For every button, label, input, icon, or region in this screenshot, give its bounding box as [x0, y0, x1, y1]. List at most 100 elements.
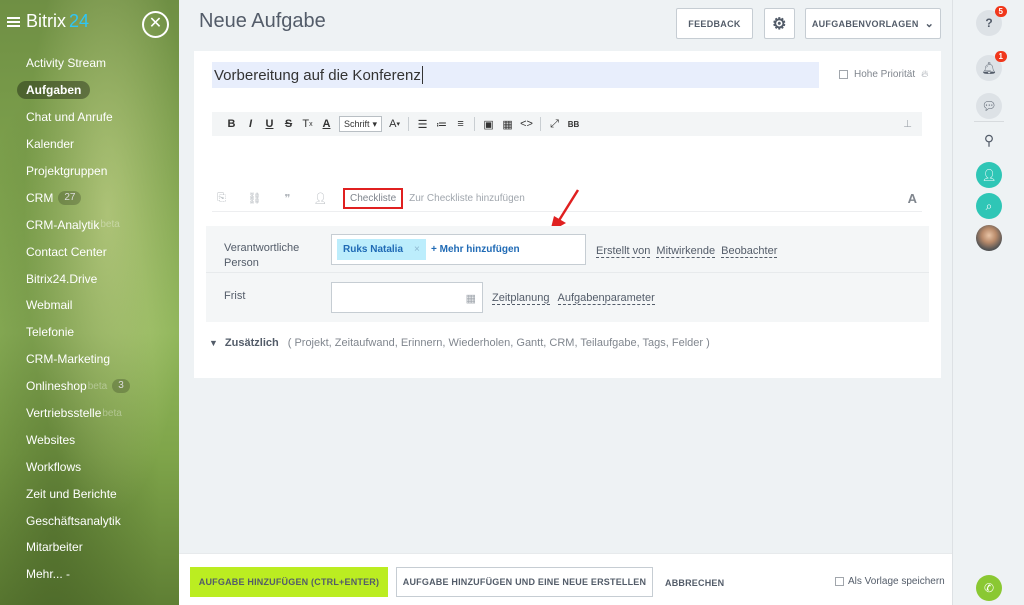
sidebar-item-websites[interactable]: Websites [0, 426, 179, 453]
hamburger-icon[interactable] [7, 16, 20, 27]
checklist-button[interactable]: Checkliste [343, 187, 404, 209]
sidebar-item-geschaeftsanalytik[interactable]: Geschäftsanalytik [0, 507, 179, 534]
add-and-new-button[interactable]: AUFGABE HINZUFÜGEN UND EINE NEUE ERSTELL… [396, 567, 653, 597]
feedback-button[interactable]: FEEDBACK [676, 8, 753, 39]
sidebar-menu: Activity Stream Aufgaben Chat und Anrufe… [0, 50, 179, 588]
created-by-link[interactable]: Erstellt von [596, 245, 651, 258]
text-format-icon[interactable]: A [908, 191, 917, 206]
search-icon[interactable]: ⚲ [976, 127, 1002, 153]
italic-icon[interactable]: I [241, 114, 260, 134]
quote-icon[interactable]: ❞ [278, 192, 297, 205]
sidebar-item-zeit-berichte[interactable]: Zeit und Berichte [0, 480, 179, 507]
fullscreen-icon[interactable]: ⤢ [545, 114, 564, 134]
person-tag[interactable]: Ruks Natalia × [337, 239, 426, 260]
search-document-icon[interactable]: ⌕ [976, 193, 1002, 219]
sidebar-item-mitarbeiter[interactable]: Mitarbeiter [0, 534, 179, 561]
avatar[interactable] [976, 225, 1002, 251]
sidebar-item-mehr[interactable]: Mehr... - [0, 561, 179, 588]
mention-icon[interactable]: 👤︎ [311, 192, 330, 205]
font-color-icon[interactable]: A [317, 114, 336, 134]
sidebar-item-crm-marketing[interactable]: CRM-Marketing [0, 346, 179, 373]
deadline-input[interactable]: ▦ [331, 282, 483, 313]
observers-link[interactable]: Beobachter [721, 245, 778, 258]
align-icon[interactable]: ≡ [451, 114, 470, 134]
footer-bar: AUFGABE HINZUFÜGEN (CTRL+ENTER) AUFGABE … [179, 553, 952, 605]
underline-icon[interactable]: U [260, 114, 279, 134]
sidebar-item-crm-analytik[interactable]: CRM-Analytik beta [0, 211, 179, 238]
sidebar-item-drive[interactable]: Bitrix24.Drive [0, 265, 179, 292]
pin-icon[interactable]: ⊥ [903, 119, 912, 130]
sidebar-item-contact-center[interactable]: Contact Center [0, 238, 179, 265]
participants-link[interactable]: Mitwirkende [656, 245, 716, 258]
sidebar-item-vertriebsstelle[interactable]: Vertriebsstelle beta [0, 400, 179, 427]
save-template-toggle[interactable]: Als Vorlage speichern [835, 576, 945, 587]
settings-button[interactable]: ⚙ [764, 8, 795, 39]
sidebar-item-kalender[interactable]: Kalender [0, 131, 179, 158]
sidebar-item-workflows[interactable]: Workflows [0, 453, 179, 480]
beta-label: beta [102, 407, 122, 419]
file-upload-icon[interactable]: ⎘ [212, 192, 231, 205]
sidebar-item-chat[interactable]: Chat und Anrufe [0, 104, 179, 131]
additional-section[interactable]: ▼ Zusätzlich ( Projekt, Zeitaufwand, Eri… [209, 337, 710, 349]
table-icon[interactable]: ▦ [498, 114, 517, 134]
phone-icon[interactable]: ✆ [976, 575, 1002, 601]
toolbar-divider [408, 117, 410, 131]
bell-badge: 1 [994, 51, 1007, 62]
add-task-button[interactable]: AUFGABE HINZUFÜGEN (CTRL+ENTER) [190, 567, 388, 597]
gear-icon: ⚙ [772, 15, 787, 33]
brand-name: Bitrix 24 [26, 11, 90, 31]
additional-items: ( Projekt, Zeitaufwand, Erinnern, Wieder… [287, 337, 710, 349]
left-sidebar: Bitrix 24 ✕ Activity Stream Aufgaben Chat… [0, 0, 179, 605]
checklist-hint[interactable]: Zur Checkliste hinzufügen [409, 193, 525, 204]
calendar-icon[interactable]: ▦ [466, 292, 476, 305]
cancel-button[interactable]: ABBRECHEN [665, 578, 724, 588]
add-more-link[interactable]: + Mehr hinzufügen [431, 244, 520, 255]
logo[interactable]: Bitrix 24 [7, 11, 89, 32]
task-form-card: Vorbereitung auf die Konferenz Hohe Prio… [194, 51, 941, 378]
chevron-down-icon: ⌄ [924, 18, 935, 30]
clear-format-icon[interactable]: Tx [298, 114, 317, 134]
font-size-icon[interactable]: A ▾ [385, 114, 404, 134]
responsible-field[interactable]: Ruks Natalia × + Mehr hinzufügen [331, 234, 586, 265]
user-icon[interactable]: 👤︎ [976, 162, 1002, 188]
fire-icon: 🔥︎ [921, 69, 929, 80]
save-template-checkbox[interactable] [835, 577, 844, 586]
sidebar-item-projektgruppen[interactable]: Projektgruppen [0, 158, 179, 185]
chat-icon[interactable]: 💬︎ [976, 93, 1002, 119]
image-icon[interactable]: ▣ [479, 114, 498, 134]
bell-icon[interactable]: 🔔︎ 1 [976, 51, 1007, 81]
strikethrough-icon[interactable]: S [279, 114, 298, 134]
sidebar-item-onlineshop[interactable]: Onlineshop beta 3 [0, 373, 179, 400]
chevron-down-icon: ▼ [209, 338, 218, 348]
high-priority-toggle[interactable]: Hohe Priorität 🔥︎ [839, 69, 928, 80]
remove-icon[interactable]: × [414, 244, 420, 255]
numbered-list-icon[interactable]: ☰ [413, 114, 432, 134]
bullet-list-icon[interactable]: ≔ [432, 114, 451, 134]
sidebar-item-crm[interactable]: CRM 27 [0, 184, 179, 211]
bold-icon[interactable]: B [222, 114, 241, 134]
save-template-label: Als Vorlage speichern [848, 576, 945, 587]
high-priority-checkbox[interactable] [839, 70, 848, 79]
counter-badge: 27 [58, 190, 82, 205]
sidebar-item-webmail[interactable]: Webmail [0, 292, 179, 319]
font-select[interactable]: Schrift ▾ [339, 116, 383, 132]
code-icon[interactable]: <> [517, 114, 536, 134]
bbcode-icon[interactable]: BB [564, 114, 583, 134]
close-icon[interactable]: ✕ [142, 11, 169, 38]
help-icon[interactable]: ? 5 [976, 6, 1007, 36]
responsible-row: Verantwortliche Person Ruks Natalia × + … [206, 226, 929, 273]
deadline-row: Frist ▦ Zeitplanung Aufgabenparameter [206, 273, 929, 322]
templates-label: AUFGABENVORLAGEN [811, 18, 919, 29]
toolbar-divider [540, 117, 542, 131]
task-fields: Verantwortliche Person Ruks Natalia × + … [206, 226, 929, 322]
sidebar-item-telefonie[interactable]: Telefonie [0, 319, 179, 346]
templates-button[interactable]: AUFGABENVORLAGEN ⌄ [805, 8, 941, 39]
task-title-input[interactable]: Vorbereitung auf die Konferenz [212, 62, 819, 88]
right-panel: ? 5 🔔︎ 1 💬︎ ⚲ 👤︎ ⌕ ✆ [952, 0, 1024, 605]
task-parameters-link[interactable]: Aufgabenparameter [557, 292, 655, 305]
sidebar-item-aufgaben[interactable]: Aufgaben [0, 77, 179, 104]
link-icon[interactable]: ⛓︎ [245, 192, 264, 205]
text-caret [421, 66, 423, 84]
sidebar-item-activity-stream[interactable]: Activity Stream [0, 50, 179, 77]
scheduling-link[interactable]: Zeitplanung [492, 292, 550, 305]
